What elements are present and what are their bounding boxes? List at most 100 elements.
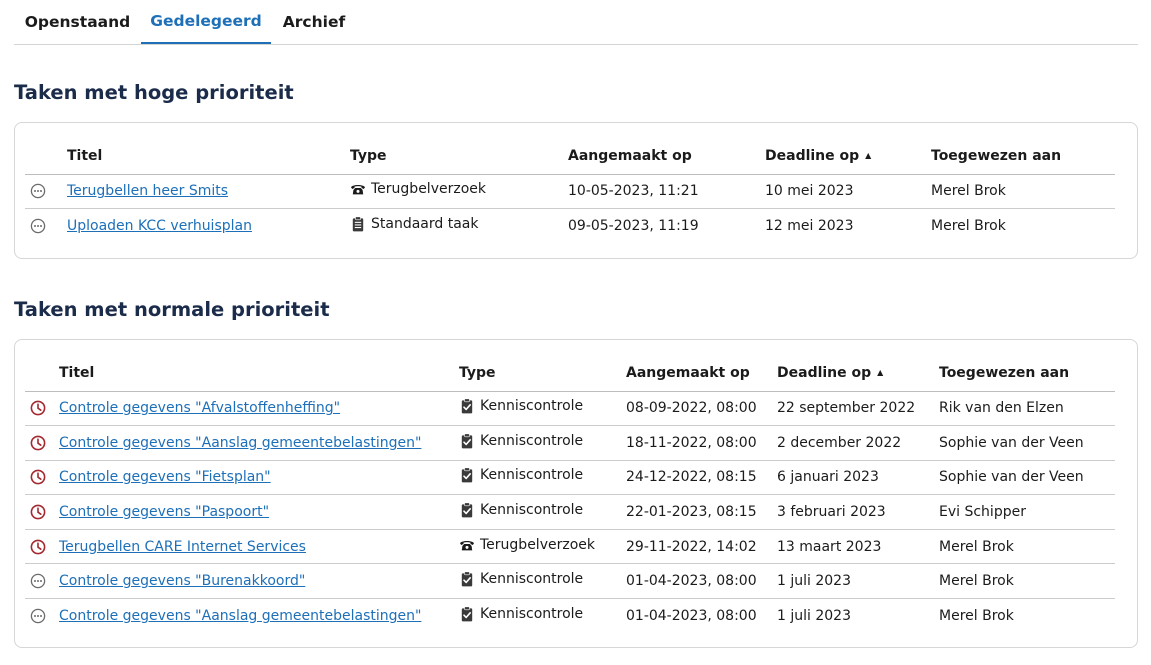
- task-title-link[interactable]: Terugbellen heer Smits: [67, 183, 228, 199]
- sort-ascending-icon: ▲: [865, 151, 872, 161]
- assignee-name: Merel Brok: [939, 538, 1014, 555]
- assignee-name: Merel Brok: [931, 183, 1006, 200]
- column-header-deadline-label: Deadline op: [777, 365, 872, 382]
- task-type: Kenniscontrole: [459, 398, 583, 414]
- clipboard-icon: [350, 216, 366, 232]
- overdue-clock-icon: [30, 469, 46, 485]
- table-row: Controle gegevens "Afvalstoffenheffing" K…: [25, 391, 1115, 426]
- assignee-name: Sophie van der Veen: [939, 434, 1084, 451]
- created-date: 09-05-2023, 11:19: [568, 218, 699, 234]
- high-priority-card: Titel Type Aangemaakt op Deadline op ▲ To…: [14, 122, 1138, 259]
- assignee-name: Evi Schipper: [939, 504, 1026, 521]
- deadline-date: 22 september 2022: [777, 400, 916, 417]
- status-column-header: [25, 139, 67, 174]
- status-cell: [25, 209, 67, 244]
- status-cell: [25, 460, 59, 495]
- column-header-title: Titel: [67, 148, 103, 165]
- phone-icon: [459, 537, 475, 553]
- normal-priority-table: Titel Type Aangemaakt op Deadline op ▲ To…: [25, 356, 1115, 633]
- deadline-date: 2 december 2022: [777, 434, 902, 451]
- overdue-clock-icon: [30, 400, 46, 416]
- task-type-cell: Kenniscontrole: [459, 564, 626, 599]
- task-type-label: Standaard taak: [371, 216, 479, 232]
- task-type: Kenniscontrole: [459, 467, 583, 483]
- deadline-date: 1 juli 2023: [777, 608, 851, 625]
- clipboard-check-icon: [459, 467, 475, 483]
- task-title-cell: Uploaden KCC verhuisplan: [67, 209, 350, 244]
- task-title-link[interactable]: Controle gegevens "Aanslag gemeentebelas…: [59, 435, 421, 451]
- task-title-cell: Terugbellen heer Smits: [67, 174, 350, 209]
- tab-archief[interactable]: Archief: [271, 0, 357, 44]
- tab-bar: Openstaand Gedelegeerd Archief: [14, 0, 1138, 45]
- column-header-deadline-label: Deadline op: [765, 148, 860, 165]
- task-type-cell: Kenniscontrole: [459, 460, 626, 495]
- status-cell: [25, 174, 67, 209]
- column-header-created: Aangemaakt op: [626, 365, 750, 382]
- task-type: Standaard taak: [350, 216, 478, 232]
- table-row: Terugbellen heer Smits Terugbelverzoek 10-…: [25, 174, 1115, 209]
- task-title-link[interactable]: Controle gegevens "Afvalstoffenheffing": [59, 400, 340, 416]
- table-row: Uploaden KCC verhuisplan Standaard taak 09…: [25, 209, 1115, 244]
- assignee-name: Sophie van der Veen: [939, 469, 1084, 486]
- task-type-cell: Terugbelverzoek: [459, 529, 626, 564]
- status-column-header: [25, 356, 59, 391]
- sort-ascending-icon: ▲: [877, 368, 884, 378]
- status-cell: [25, 495, 59, 530]
- task-title-link[interactable]: Uploaden KCC verhuisplan: [67, 218, 252, 234]
- assignee-name: Merel Brok: [939, 608, 1014, 625]
- assignee-name: Merel Brok: [931, 218, 1006, 234]
- task-title-link[interactable]: Controle gegevens "Fietsplan": [59, 469, 271, 485]
- assignee-name: Rik van den Elzen: [939, 400, 1064, 417]
- overdue-clock-icon: [30, 435, 46, 451]
- section-title-normal-priority: Taken met normale prioriteit: [14, 298, 330, 321]
- column-header-deadline[interactable]: Deadline op ▲: [765, 139, 931, 174]
- status-cell: [25, 529, 59, 564]
- clipboard-check-icon: [459, 502, 475, 518]
- task-type-label: Kenniscontrole: [480, 606, 584, 623]
- column-header-created: Aangemaakt op: [568, 148, 692, 165]
- task-type: Terugbelverzoek: [350, 181, 486, 197]
- pending-icon: [30, 608, 46, 624]
- task-title-cell: Controle gegevens "Aanslag gemeentebelas…: [59, 599, 459, 634]
- column-header-title: Titel: [59, 365, 95, 382]
- task-type-label: Kenniscontrole: [480, 467, 584, 484]
- pending-icon: [30, 218, 46, 234]
- tab-gedelegeerd[interactable]: Gedelegeerd: [141, 0, 271, 44]
- created-date: 08-09-2022, 08:00: [626, 400, 757, 417]
- table-row: Controle gegevens "Aanslag gemeentebelas…: [25, 426, 1115, 461]
- clipboard-check-icon: [459, 398, 475, 414]
- task-title-cell: Controle gegevens "Burenakkoord": [59, 564, 459, 599]
- deadline-date: 12 mei 2023: [765, 218, 854, 234]
- task-type: Terugbelverzoek: [459, 537, 595, 553]
- task-type: Kenniscontrole: [459, 433, 583, 449]
- task-title-link[interactable]: Controle gegevens "Paspoort": [59, 504, 269, 520]
- task-type-cell: Kenniscontrole: [459, 599, 626, 634]
- created-date: 01-04-2023, 08:00: [626, 573, 757, 590]
- pending-icon: [30, 573, 46, 589]
- table-header-row: Titel Type Aangemaakt op Deadline op ▲ To…: [25, 139, 1115, 174]
- task-type-cell: Terugbelverzoek: [350, 174, 568, 209]
- task-type-cell: Kenniscontrole: [459, 495, 626, 530]
- table-row: Terugbellen CARE Internet Services Terugb…: [25, 529, 1115, 564]
- tab-openstaand[interactable]: Openstaand: [14, 0, 141, 44]
- high-priority-rows: Terugbellen heer Smits Terugbelverzoek 10-…: [25, 174, 1115, 243]
- table-header-row: Titel Type Aangemaakt op Deadline op ▲ To…: [25, 356, 1115, 391]
- task-title-cell: Controle gegevens "Paspoort": [59, 495, 459, 530]
- created-date: 01-04-2023, 08:00: [626, 608, 757, 625]
- task-type: Kenniscontrole: [459, 571, 583, 587]
- task-type-label: Kenniscontrole: [480, 398, 584, 415]
- overdue-clock-icon: [30, 539, 46, 555]
- deadline-date: 6 januari 2023: [777, 469, 879, 486]
- column-header-deadline[interactable]: Deadline op ▲: [777, 356, 939, 391]
- deadline-date: 3 februari 2023: [777, 504, 886, 521]
- task-title-cell: Terugbellen CARE Internet Services: [59, 529, 459, 564]
- task-type: Kenniscontrole: [459, 606, 583, 622]
- phone-icon: [350, 181, 366, 197]
- column-header-assignee: Toegewezen aan: [931, 148, 1062, 165]
- task-type-cell: Kenniscontrole: [459, 426, 626, 461]
- task-title-link[interactable]: Terugbellen CARE Internet Services: [59, 539, 306, 555]
- task-title-link[interactable]: Controle gegevens "Aanslag gemeentebelas…: [59, 608, 421, 624]
- normal-priority-rows: Controle gegevens "Afvalstoffenheffing" K…: [25, 391, 1115, 633]
- task-title-link[interactable]: Controle gegevens "Burenakkoord": [59, 573, 305, 589]
- task-type-label: Terugbelverzoek: [371, 181, 486, 198]
